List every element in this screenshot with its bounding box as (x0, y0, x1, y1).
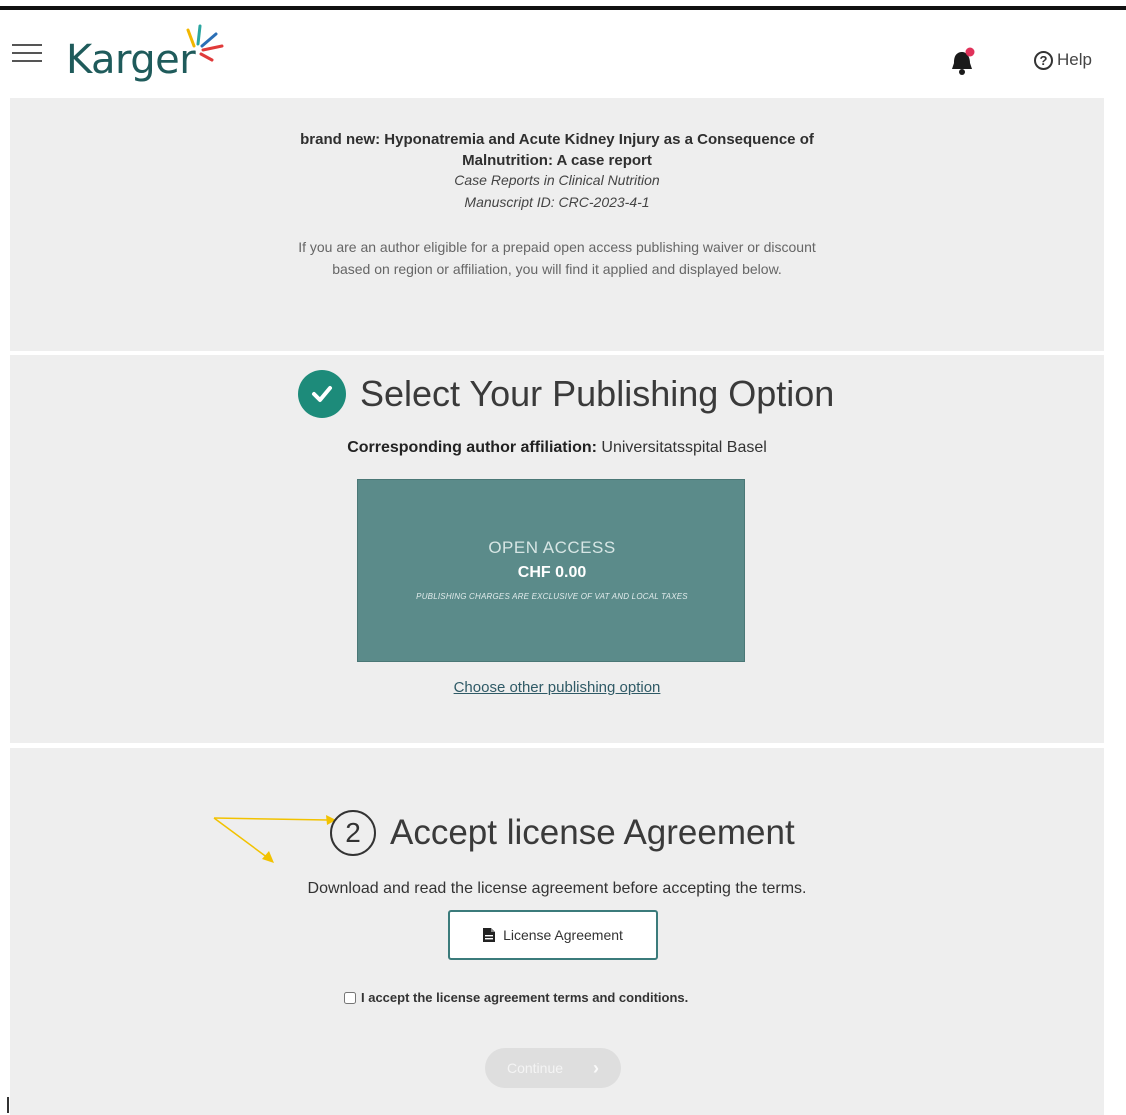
help-link[interactable]: ? Help (1034, 48, 1092, 72)
waiver-info-text: If you are an author eligible for a prep… (298, 239, 816, 277)
publishing-option-panel: Select Your Publishing Option Correspond… (10, 355, 1104, 743)
menu-icon[interactable] (12, 42, 42, 64)
manuscript-id: Manuscript ID: CRC-2023-4-1 (464, 194, 650, 210)
check-circle-icon (298, 370, 346, 418)
choose-other-option-label: Choose other publishing option (453, 679, 661, 696)
journal-name: Case Reports in Clinical Nutrition (454, 172, 660, 188)
help-icon: ? (1034, 50, 1053, 70)
open-access-label: OPEN ACCESS (488, 538, 616, 557)
tax-note: PUBLISHING CHARGES ARE EXCLUSIVE OF VAT … (416, 592, 688, 601)
manuscript-info-panel: brand new: Hyponatremia and Acute Kidney… (10, 98, 1104, 351)
menu-bar (12, 60, 42, 62)
notification-bell-icon[interactable] (948, 46, 978, 78)
license-heading: 2 Accept license Agreement (330, 808, 795, 858)
license-agreement-button[interactable]: License Agreement (448, 910, 658, 960)
license-title: Accept license Agreement (390, 813, 795, 852)
karger-logo[interactable]: Karger (66, 24, 224, 90)
license-description: Download and read the license agreement … (307, 880, 807, 897)
annotation-arrows-icon (213, 815, 336, 863)
menu-bar (12, 44, 42, 46)
edge-mark (7, 1097, 9, 1113)
logo-burst-icon (186, 24, 224, 62)
accept-terms-checkbox[interactable] (344, 991, 356, 1004)
author-affiliation: Corresponding author affiliation: Univer… (10, 439, 1104, 457)
open-access-price: CHF 0.00 (517, 564, 587, 581)
publishing-option-heading: Select Your Publishing Option (298, 370, 835, 418)
affiliation-label: Corresponding author affiliation: (347, 439, 597, 456)
continue-label: Continue (506, 1060, 564, 1076)
chevron-right-icon: › (593, 1057, 600, 1078)
accept-terms-row[interactable]: I accept the license agreement terms and… (344, 990, 688, 1005)
license-agreement-label: License Agreement (503, 927, 623, 943)
document-icon (483, 928, 496, 942)
open-access-card[interactable]: OPEN ACCESS CHF 0.00 PUBLISHING CHARGES … (357, 479, 745, 662)
choose-other-option-link[interactable]: Choose other publishing option (10, 679, 1104, 696)
affiliation-value: Universitatsspital Basel (601, 439, 767, 456)
menu-bar (12, 52, 42, 54)
continue-button[interactable]: Continue › (485, 1048, 621, 1088)
help-label: Help (1057, 50, 1092, 69)
publishing-option-title: Select Your Publishing Option (360, 373, 835, 414)
accept-terms-label: I accept the license agreement terms and… (361, 990, 689, 1005)
app-header: Karger ? Help (0, 10, 1126, 98)
step-number-badge: 2 (330, 810, 376, 856)
manuscript-title: brand new: Hyponatremia and Acute Kidney… (300, 131, 814, 169)
license-panel: 2 Accept license Agreement Download and … (10, 748, 1104, 1115)
